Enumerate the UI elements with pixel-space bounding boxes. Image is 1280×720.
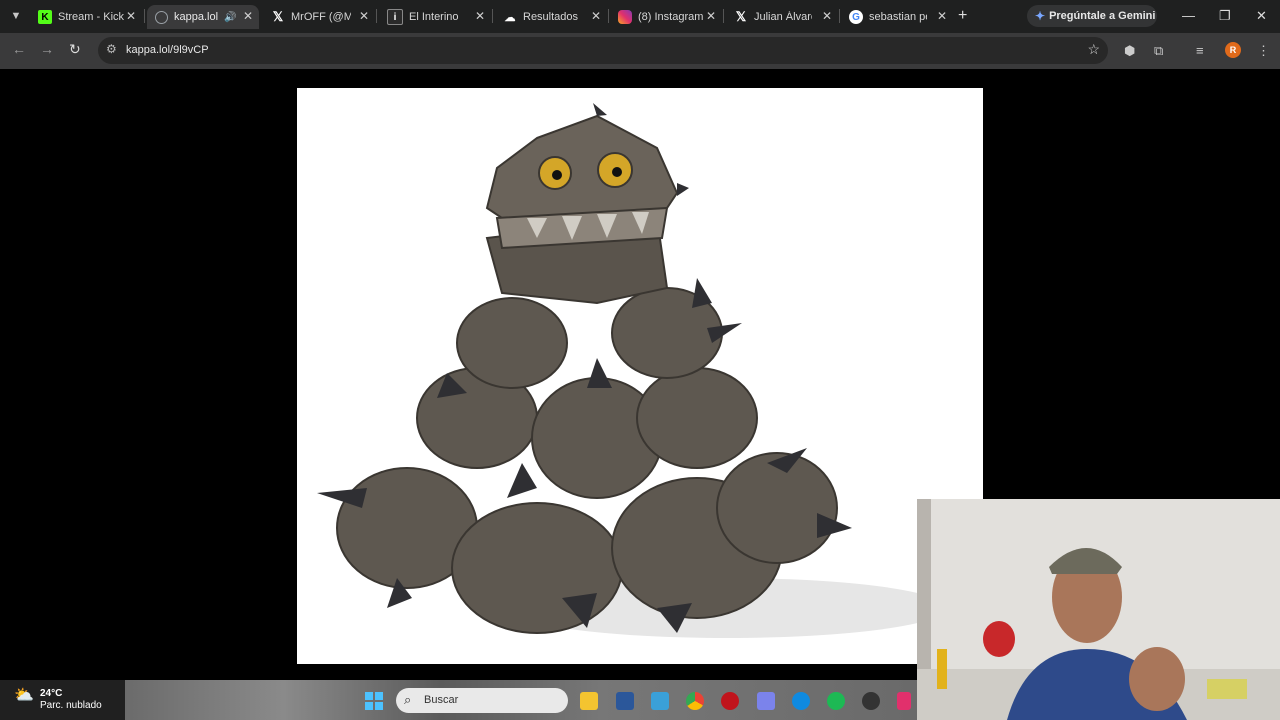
windows-taskbar: ⛅ 24°C Parc. nublado ⌕ Buscar [0, 680, 917, 720]
windows-logo-icon [365, 692, 383, 710]
file-explorer-icon[interactable] [580, 692, 598, 710]
weather-description: Parc. nublado [40, 700, 102, 711]
close-icon[interactable]: ✕ [359, 9, 369, 23]
tab-strip: ▼ K Stream - Kick ✕ kappa.lol/ 🔊 ✕ 𝕏 MrO… [0, 0, 1280, 33]
tab-title: Stream - Kick [58, 11, 125, 23]
reload-button[interactable]: ↻ [69, 41, 81, 58]
tab-title: Julian Álvarez [754, 11, 812, 23]
globe-icon [155, 10, 168, 24]
tab-title: MrOFF (@Mr [291, 11, 351, 23]
tab-kappa[interactable]: kappa.lol/ 🔊 ✕ [147, 5, 259, 29]
word-icon[interactable] [616, 692, 634, 710]
restore-button[interactable]: ❐ [1219, 8, 1231, 24]
tab-title: sebastian per [869, 11, 927, 23]
kick-icon: K [38, 10, 52, 24]
close-icon[interactable]: ✕ [937, 9, 947, 23]
extension-icon[interactable]: ⬢ [1124, 43, 1135, 59]
minimize-button[interactable]: — [1182, 8, 1195, 23]
address-bar[interactable]: ⚙ kappa.lol/9l9vCP ☆ [98, 37, 1108, 64]
teams-icon[interactable] [757, 692, 775, 710]
site-info-icon[interactable]: ⚙ [106, 42, 117, 56]
gemini-sparkle-icon: ✦ [1035, 9, 1046, 23]
google-icon: G [849, 10, 863, 24]
tab-el-interino[interactable]: i El Interino ✕ [379, 5, 491, 29]
displayed-image [297, 88, 983, 664]
weather-temperature: 24°C [40, 688, 63, 699]
tab-title: kappa.lol/ [174, 11, 218, 23]
taskbar-search[interactable]: ⌕ Buscar [396, 688, 568, 713]
profile-initial: R [1229, 45, 1237, 55]
more-menu-icon[interactable]: ⋮ [1257, 43, 1270, 59]
back-button[interactable]: ← [12, 41, 26, 57]
close-window-button[interactable]: ✕ [1256, 8, 1267, 24]
x-icon: 𝕏 [735, 9, 747, 24]
tab-separator [839, 9, 840, 23]
app-icon[interactable] [651, 692, 669, 710]
site-icon: i [387, 9, 403, 25]
close-icon[interactable]: ✕ [126, 9, 136, 23]
media-control-icon[interactable]: ≡ [1196, 43, 1204, 58]
cloud-icon: ☁ [504, 11, 516, 24]
spotify-icon[interactable] [827, 692, 845, 710]
edge-icon[interactable] [792, 692, 810, 710]
partly-cloudy-icon: ⛅ [14, 687, 34, 704]
tab-separator [608, 9, 609, 23]
tab-title: (8) Instagram [638, 11, 704, 23]
app-icon-red[interactable] [721, 692, 739, 710]
tab-title: El Interino [409, 11, 459, 23]
gemini-button[interactable]: ✦ Pregúntale a Gemini [1027, 5, 1157, 27]
close-icon[interactable]: ✕ [243, 9, 253, 23]
close-icon[interactable]: ✕ [475, 9, 485, 23]
browser-toolbar: ← → ↻ ⚙ kappa.lol/9l9vCP ☆ ⬢ ⧉ ≡ R ⋮ [0, 33, 1280, 69]
profile-avatar[interactable]: R [1225, 42, 1241, 58]
tab-mroff[interactable]: 𝕏 MrOFF (@Mr ✕ [263, 5, 375, 29]
gemini-label: Pregúntale a Gemini [1049, 10, 1156, 22]
tab-separator [492, 9, 493, 23]
url-text[interactable]: kappa.lol/9l9vCP [126, 44, 209, 56]
extensions-puzzle-icon[interactable]: ⧉ [1154, 43, 1163, 59]
tab-julian[interactable]: 𝕏 Julian Álvarez ✕ [726, 5, 838, 29]
streamer-webcam-feed [917, 499, 1280, 720]
tab-sebastian[interactable]: G sebastian per ✕ [841, 5, 953, 29]
app-icon-pink[interactable] [897, 692, 911, 710]
obs-icon[interactable] [862, 692, 880, 710]
windows-start-button[interactable] [365, 692, 383, 710]
search-placeholder: Buscar [424, 694, 459, 706]
audio-icon[interactable]: 🔊 [224, 12, 236, 23]
search-icon: ⌕ [404, 692, 412, 707]
tab-title: Resultados C [523, 11, 581, 23]
tab-kick[interactable]: K Stream - Kick ✕ [30, 5, 142, 29]
spiked-rock-monster-illustration [317, 103, 947, 638]
forward-button[interactable]: → [40, 41, 54, 57]
bookmark-star-icon[interactable]: ☆ [1087, 41, 1100, 58]
instagram-icon [618, 10, 632, 24]
tab-separator [144, 9, 145, 23]
tab-separator [723, 9, 724, 23]
chrome-icon[interactable] [686, 692, 704, 710]
close-icon[interactable]: ✕ [591, 9, 601, 23]
webcam-overlay [917, 499, 1280, 720]
tab-instagram[interactable]: (8) Instagram ✕ [610, 5, 722, 29]
tab-search-button[interactable]: ▼ [6, 6, 26, 26]
new-tab-button[interactable]: + [958, 7, 967, 25]
close-icon[interactable]: ✕ [706, 9, 716, 23]
tab-resultados[interactable]: ☁ Resultados C ✕ [495, 5, 607, 29]
x-icon: 𝕏 [272, 9, 284, 24]
close-icon[interactable]: ✕ [822, 9, 832, 23]
tab-separator [376, 9, 377, 23]
